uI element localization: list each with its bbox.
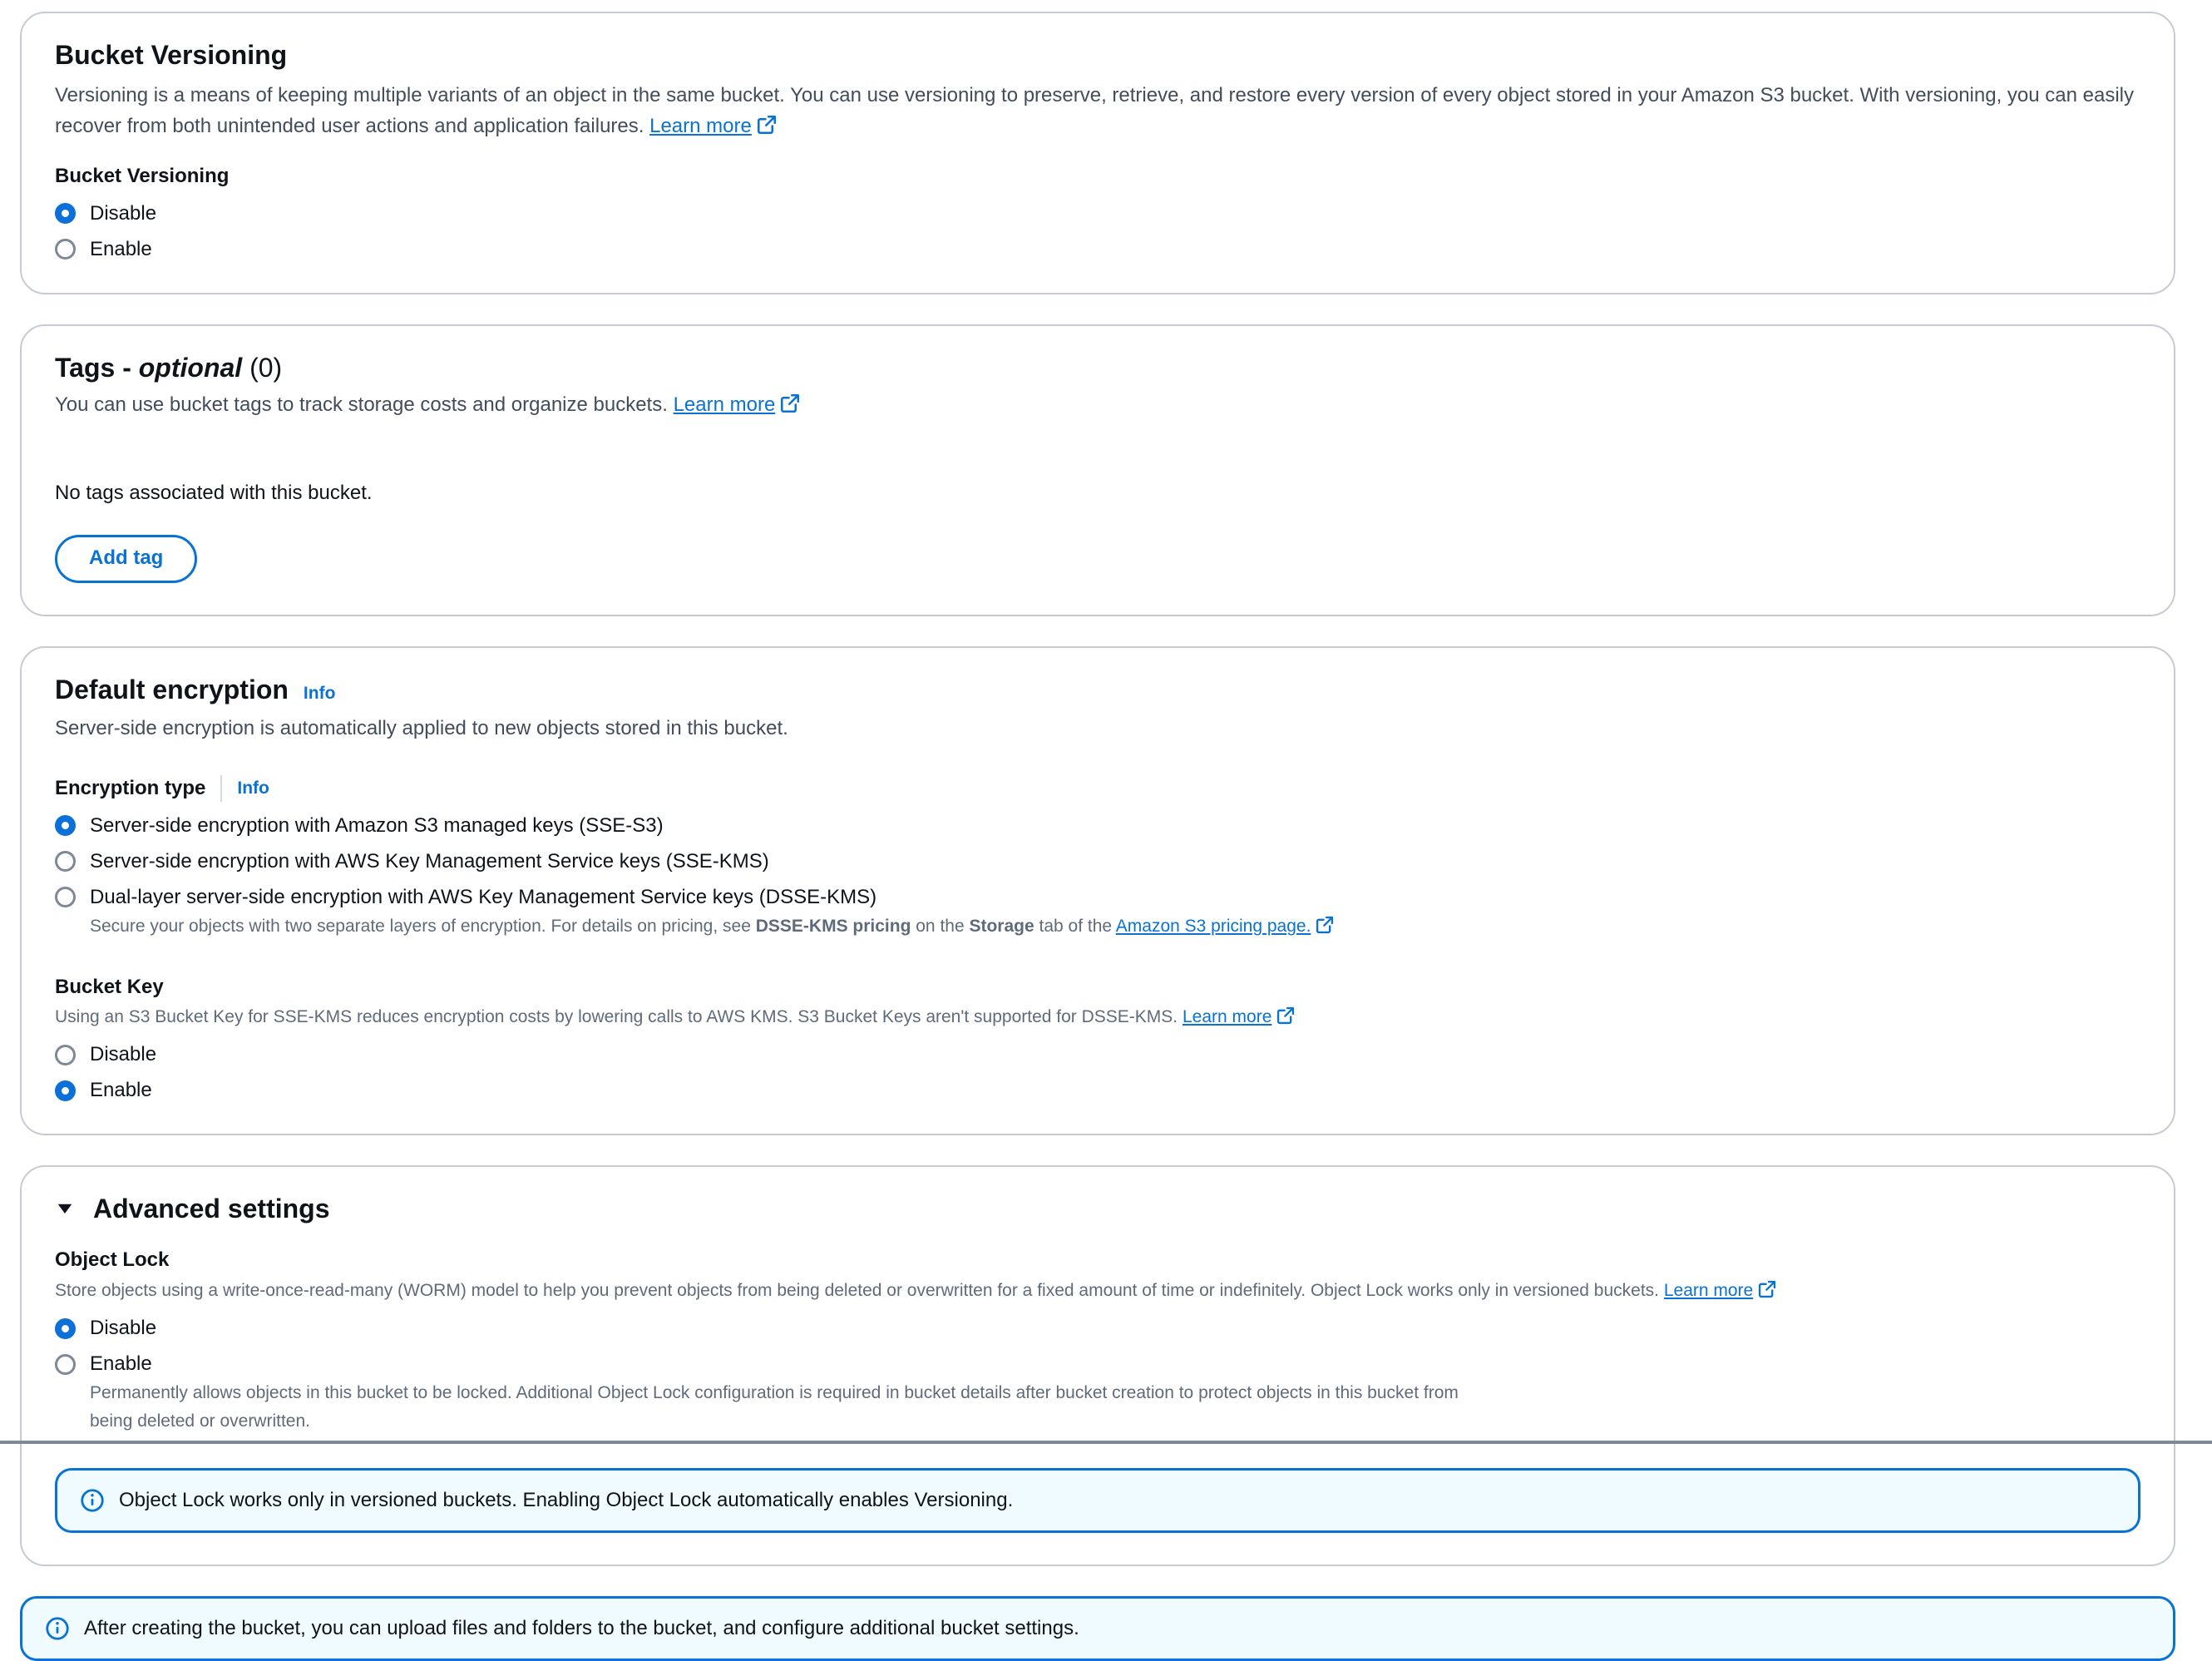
object-lock-learn-more-link[interactable]: Learn more [1664, 1281, 1778, 1300]
info-circle-icon [81, 1489, 104, 1512]
external-link-icon [1758, 1279, 1778, 1299]
tags-count: (0) [249, 353, 282, 383]
section-title-default-encryption: Default encryption [55, 673, 289, 706]
radio-option-sse-kms[interactable]: Server-side encryption with AWS Key Mana… [55, 850, 2140, 873]
s3-pricing-page-link[interactable]: Amazon S3 pricing page. [1116, 917, 1336, 936]
radio-button-icon[interactable] [55, 815, 76, 836]
bucket-settings-page: Bucket Versioning Versioning is a means … [0, 0, 2212, 1661]
dsse-pricing-bold: DSSE-KMS pricing [756, 917, 911, 936]
default-encryption-description: Server-side encryption is automatically … [55, 713, 2140, 744]
footer-info-alert: After creating the bucket, you can uploa… [20, 1596, 2175, 1661]
radio-option-versioning-disable[interactable]: Disable [55, 202, 2140, 225]
description-text: Versioning is a means of keeping multipl… [55, 84, 2134, 137]
external-link-icon [1276, 1006, 1296, 1026]
external-link-icon [757, 113, 777, 133]
section-card-tags: Tags - optional (0) You can use bucket t… [20, 324, 2175, 616]
radio-option-bucket-key-enable[interactable]: Enable [55, 1079, 2140, 1102]
field-label-encryption-type: Encryption type [55, 775, 205, 801]
storage-tab-bold: Storage [969, 917, 1034, 936]
vertical-divider [220, 775, 222, 802]
object-lock-enable-description: Permanently allows objects in this bucke… [90, 1379, 1470, 1435]
encryption-type-info-link[interactable]: Info [237, 779, 269, 798]
tags-optional-label: optional [139, 353, 242, 383]
section-card-advanced-settings: Advanced settings Object Lock Store obje… [20, 1165, 2175, 1566]
radio-option-versioning-enable[interactable]: Enable [55, 238, 2140, 261]
radio-option-dsse-kms[interactable]: Dual-layer server-side encryption with A… [55, 886, 2140, 909]
external-link-icon [780, 392, 800, 412]
field-label-bucket-versioning: Bucket Versioning [55, 163, 2140, 189]
radio-button-icon[interactable] [55, 1354, 76, 1375]
radio-button-icon[interactable] [55, 887, 76, 907]
radio-label[interactable]: Server-side encryption with Amazon S3 ma… [90, 814, 664, 838]
versioning-learn-more-link[interactable]: Learn more [649, 115, 777, 137]
section-title-tags: Tags - optional (0) [55, 351, 2140, 384]
radio-label[interactable]: Enable [90, 1352, 152, 1376]
field-label-bucket-key: Bucket Key [55, 974, 2140, 1000]
section-card-bucket-versioning: Bucket Versioning Versioning is a means … [20, 12, 2175, 294]
caret-down-icon [55, 1199, 75, 1219]
bucket-key-description: Using an S3 Bucket Key for SSE-KMS reduc… [55, 1003, 2140, 1031]
radio-option-object-lock-enable[interactable]: Enable [55, 1352, 2140, 1376]
bucket-versioning-description: Versioning is a means of keeping multipl… [55, 80, 2140, 141]
radio-label[interactable]: Dual-layer server-side encryption with A… [90, 886, 876, 909]
radio-group-bucket-key: Disable Enable [55, 1043, 2140, 1102]
alert-text: After creating the bucket, you can uploa… [84, 1617, 1079, 1640]
tags-description: You can use bucket tags to track storage… [55, 389, 2140, 420]
tags-learn-more-link[interactable]: Learn more [674, 393, 801, 416]
radio-group-bucket-versioning: Disable Enable [55, 202, 2140, 261]
radio-button-icon[interactable] [55, 1080, 76, 1101]
encryption-type-label-row: Encryption type Info [55, 775, 2140, 802]
description-text: You can use bucket tags to track storage… [55, 393, 668, 416]
radio-label[interactable]: Server-side encryption with AWS Key Mana… [90, 850, 769, 873]
page-bottom-divider [0, 1441, 2212, 1444]
radio-option-object-lock-disable[interactable]: Disable [55, 1317, 2140, 1340]
radio-label[interactable]: Enable [90, 1079, 152, 1102]
alert-text: Object Lock works only in versioned buck… [119, 1489, 1013, 1512]
tags-empty-text: No tags associated with this bucket. [55, 482, 2140, 505]
add-tag-button[interactable]: Add tag [55, 535, 197, 583]
default-encryption-info-link[interactable]: Info [304, 684, 335, 704]
radio-group-object-lock: Disable Enable Permanently allows object… [55, 1317, 2140, 1435]
radio-label[interactable]: Disable [90, 1317, 156, 1340]
section-title-advanced-settings: Advanced settings [93, 1192, 330, 1225]
dsse-kms-description: Secure your objects with two separate la… [90, 912, 2140, 941]
object-lock-description: Store objects using a write-once-read-ma… [55, 1277, 2140, 1305]
radio-label[interactable]: Enable [90, 238, 152, 261]
section-title-bucket-versioning: Bucket Versioning [55, 38, 2140, 72]
external-link-icon [1316, 915, 1336, 935]
radio-option-sse-s3[interactable]: Server-side encryption with Amazon S3 ma… [55, 814, 2140, 838]
section-card-default-encryption: Default encryption Info Server-side encr… [20, 646, 2175, 1136]
object-lock-info-alert: Object Lock works only in versioned buck… [55, 1468, 2140, 1533]
radio-button-icon[interactable] [55, 1318, 76, 1339]
advanced-settings-toggle[interactable]: Advanced settings [55, 1192, 2140, 1225]
radio-button-icon[interactable] [55, 851, 76, 872]
bucket-key-learn-more-link[interactable]: Learn more [1183, 1007, 1296, 1026]
field-label-object-lock: Object Lock [55, 1247, 2140, 1273]
radio-group-encryption-type: Server-side encryption with Amazon S3 ma… [55, 814, 2140, 941]
radio-label[interactable]: Disable [90, 1043, 156, 1066]
radio-button-icon[interactable] [55, 1045, 76, 1065]
radio-option-bucket-key-disable[interactable]: Disable [55, 1043, 2140, 1066]
info-circle-icon [46, 1617, 69, 1640]
radio-button-icon[interactable] [55, 203, 76, 224]
radio-button-icon[interactable] [55, 239, 76, 260]
radio-label[interactable]: Disable [90, 202, 156, 225]
